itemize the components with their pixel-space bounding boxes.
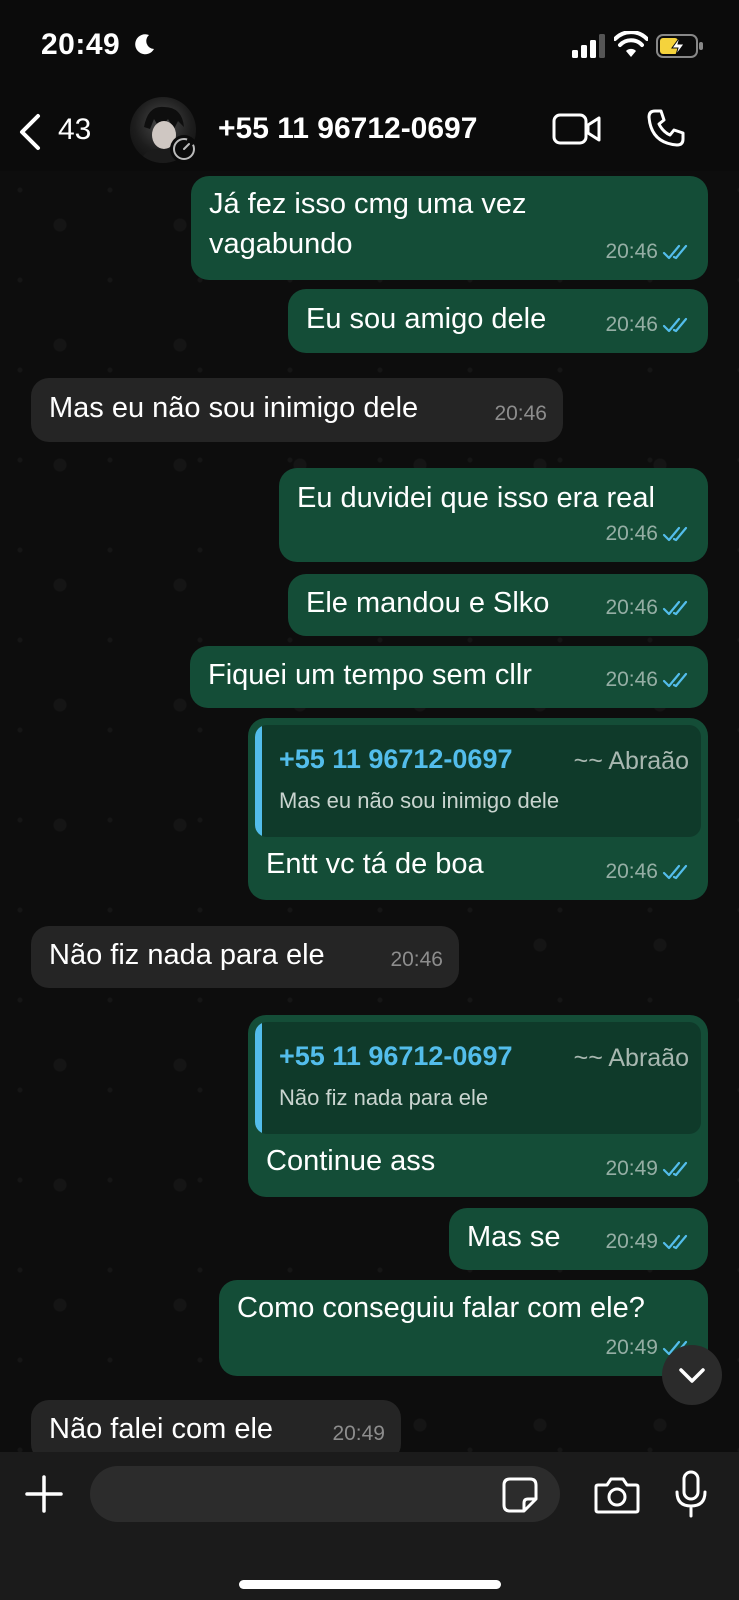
message-time: 20:46 [605, 522, 658, 545]
message-meta: 20:49 [605, 1149, 692, 1189]
message-text: Fiquei um tempo sem cllr [208, 659, 532, 691]
message-input[interactable] [90, 1466, 560, 1522]
quoted-message[interactable]: +55 11 96712-0697 ~~ Abraão Não fiz nada… [255, 1022, 701, 1134]
quote-text: Não fiz nada para ele [279, 1085, 489, 1110]
message-meta: 20:46 [494, 394, 547, 434]
message-bubble-out-reply[interactable]: +55 11 96712-0697 ~~ Abraão Mas eu não s… [248, 718, 708, 900]
message-text: Eu duvidei que isso era real [297, 482, 655, 514]
message-time: 20:49 [605, 1336, 658, 1359]
message-meta: 20:49 [332, 1414, 385, 1454]
read-ticks-icon [662, 526, 688, 542]
message-bubble-out[interactable]: Eu duvidei que isso era real 20:46 [279, 468, 708, 562]
scroll-down-button[interactable] [662, 1345, 722, 1405]
quote-accent-bar [255, 725, 262, 837]
plus-icon[interactable] [24, 1474, 64, 1514]
message-text: Continue ass [266, 1145, 436, 1177]
read-ticks-icon [662, 244, 688, 260]
message-text: Entt vc tá de boa [266, 848, 484, 880]
status-time: 20:49 [41, 28, 121, 61]
back-chevron-icon[interactable] [16, 112, 44, 152]
read-ticks-icon [662, 317, 688, 333]
microphone-icon[interactable] [674, 1470, 708, 1518]
read-ticks-icon [662, 864, 688, 880]
message-bubble-out[interactable]: Mas se 20:49 [449, 1208, 708, 1270]
message-text: Já fez isso cmg uma vez [209, 188, 527, 220]
quote-alias: ~~ Abraão [573, 747, 689, 775]
message-bubble-in[interactable]: Não fiz nada para ele 20:46 [31, 926, 459, 988]
battery-charging-icon [656, 34, 703, 58]
message-time: 20:46 [390, 948, 443, 971]
message-text: Como conseguiu falar com ele? [237, 1292, 645, 1324]
read-ticks-icon [662, 672, 688, 688]
message-bubble-in[interactable]: Mas eu não sou inimigo dele 20:46 [31, 378, 563, 442]
message-meta: 20:46 [605, 660, 692, 700]
message-bubble-out-reply[interactable]: +55 11 96712-0697 ~~ Abraão Não fiz nada… [248, 1015, 708, 1197]
quote-text: Mas eu não sou inimigo dele [279, 788, 560, 813]
message-bubble-out[interactable]: Como conseguiu falar com ele? 20:49 [219, 1280, 708, 1376]
phone-call-icon[interactable] [646, 108, 686, 148]
composer-bar [0, 1452, 739, 1600]
message-time: 20:46 [605, 860, 658, 883]
quote-sender: +55 11 96712-0697 [279, 744, 513, 774]
read-ticks-icon [662, 1161, 688, 1177]
message-meta: 20:46 [605, 514, 692, 554]
message-meta: 20:46 [605, 232, 692, 272]
message-time: 20:46 [605, 596, 658, 619]
disappearing-timer-icon [170, 135, 198, 163]
unread-count[interactable]: 43 [58, 113, 91, 147]
message-time: 20:46 [494, 402, 547, 425]
wifi-icon [614, 31, 648, 57]
sticker-icon[interactable] [502, 1477, 538, 1513]
message-bubble-out[interactable]: Ele mandou e Slko 20:46 [288, 574, 708, 636]
quoted-message[interactable]: +55 11 96712-0697 ~~ Abraão Mas eu não s… [255, 725, 701, 837]
message-text: Ele mandou e Slko [306, 587, 550, 619]
status-bar: 20:49 [0, 0, 739, 95]
home-indicator [239, 1580, 501, 1589]
signal-icon [572, 34, 605, 58]
message-time: 20:49 [332, 1422, 385, 1445]
message-time: 20:46 [605, 240, 658, 263]
message-time: 20:49 [605, 1230, 658, 1253]
message-time: 20:46 [605, 668, 658, 691]
message-bubble-out[interactable]: Já fez isso cmg uma vez vagabundo 20:46 [191, 176, 708, 280]
message-text: Não falei com ele [49, 1413, 274, 1445]
message-meta: 20:49 [605, 1222, 692, 1262]
camera-icon[interactable] [594, 1475, 640, 1515]
quote-alias: ~~ Abraão [573, 1044, 689, 1072]
message-meta: 20:46 [605, 588, 692, 628]
message-bubble-out[interactable]: Eu sou amigo dele 20:46 [288, 289, 708, 353]
contact-name[interactable]: +55 11 96712-0697 [218, 112, 477, 146]
chat-header: 43 +55 11 96712-0697 [0, 95, 739, 171]
message-time: 20:46 [605, 313, 658, 336]
moon-icon [135, 34, 154, 55]
video-call-icon[interactable] [552, 111, 602, 147]
read-ticks-icon [662, 1234, 688, 1250]
message-text: vagabundo [209, 228, 353, 260]
message-text: Eu sou amigo dele [306, 303, 547, 335]
message-text: Mas se [467, 1221, 561, 1253]
scroll-down-icon [679, 1368, 705, 1383]
quote-sender: +55 11 96712-0697 [279, 1041, 513, 1071]
message-text: Mas eu não sou inimigo dele [49, 392, 419, 424]
message-bubble-out[interactable]: Fiquei um tempo sem cllr 20:46 [190, 646, 708, 708]
message-meta: 20:46 [390, 940, 443, 980]
message-meta: 20:46 [605, 305, 692, 345]
quote-accent-bar [255, 1022, 262, 1134]
message-time: 20:49 [605, 1157, 658, 1180]
message-text: Não fiz nada para ele [49, 939, 325, 971]
read-ticks-icon [662, 600, 688, 616]
message-meta: 20:46 [605, 852, 692, 892]
